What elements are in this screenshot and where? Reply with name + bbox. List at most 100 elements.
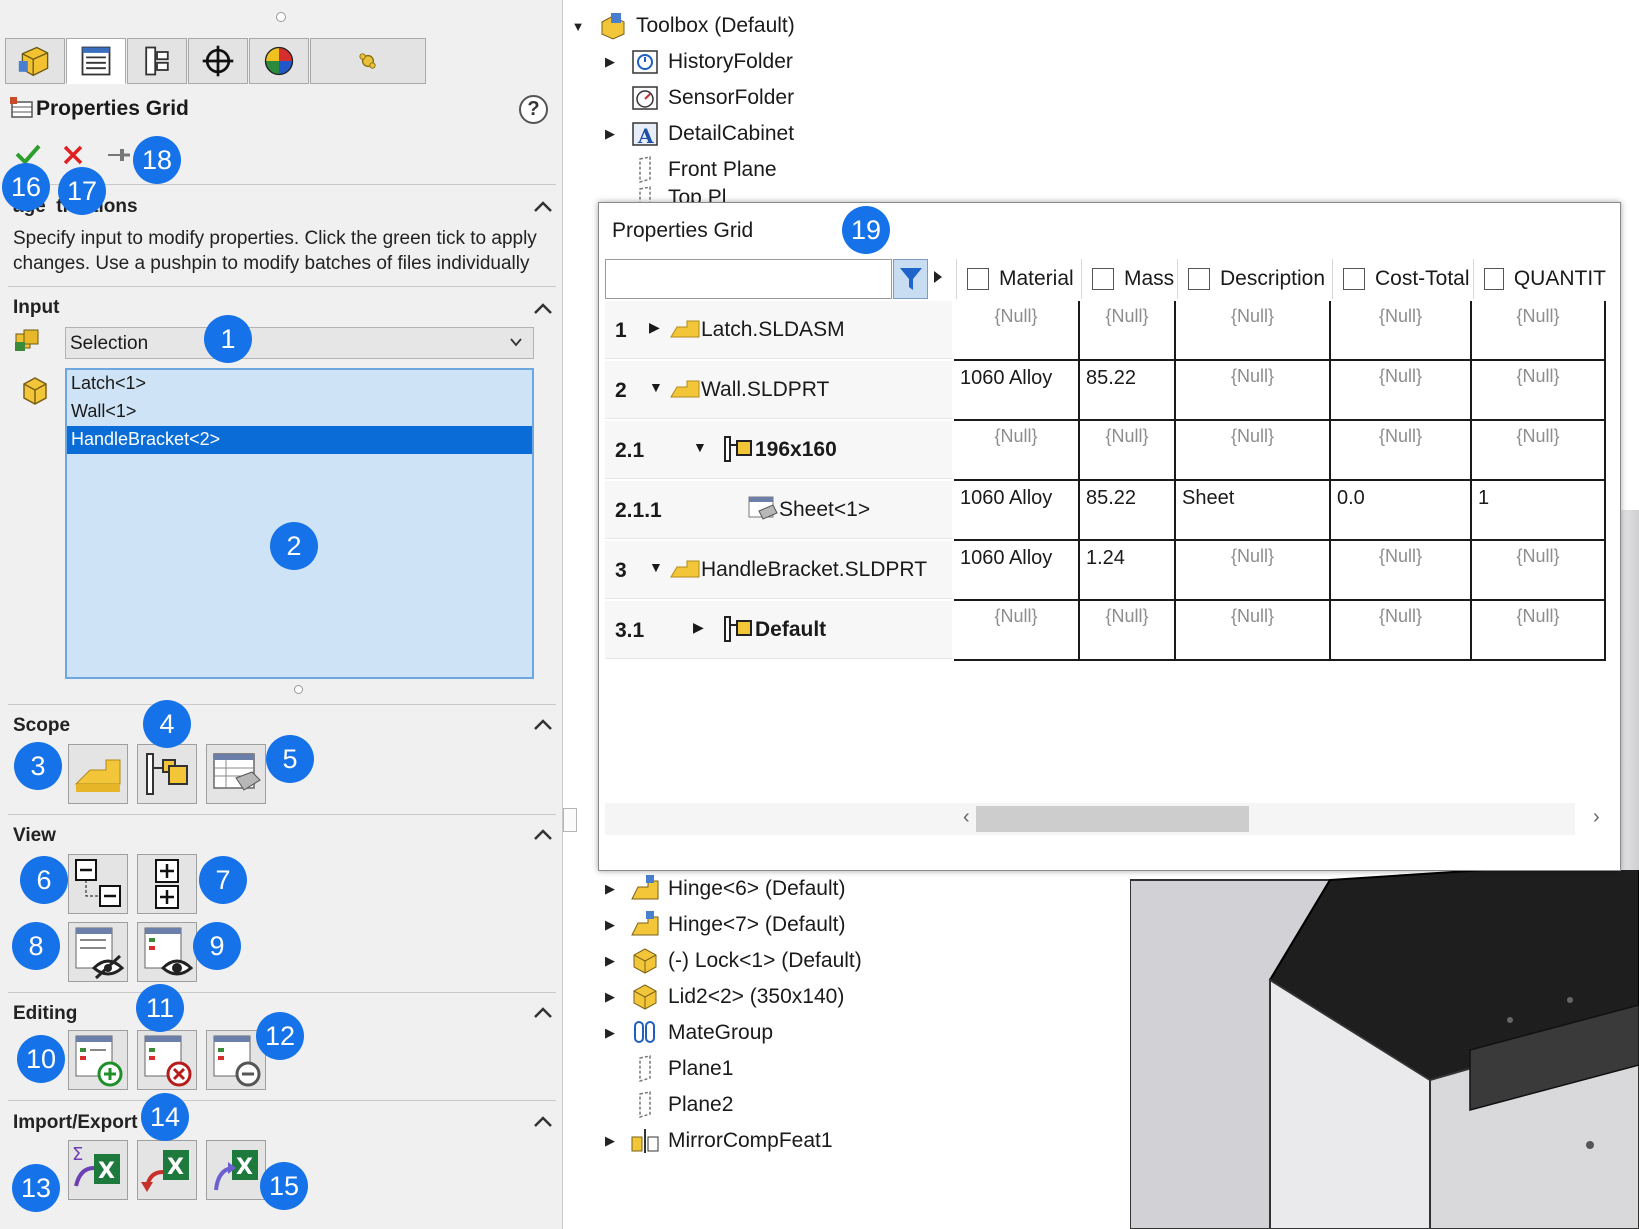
- tab-dimxpert-manager[interactable]: [188, 38, 248, 84]
- table-cell[interactable]: 1060 Alloy: [954, 481, 1080, 541]
- tree-item-sensorfolder[interactable]: SensorFolder: [602, 81, 794, 115]
- table-cell[interactable]: {Null}: [1331, 421, 1472, 481]
- tree-expander[interactable]: ▼: [570, 19, 586, 34]
- table-cell[interactable]: {Null}: [1331, 601, 1472, 661]
- tree-item-toolbox[interactable]: ▼ Toolbox (Default): [570, 9, 795, 43]
- scroll-columns-arrow-icon[interactable]: [932, 269, 944, 285]
- table-cell[interactable]: {Null}: [1331, 301, 1472, 361]
- properties-grid-window[interactable]: Properties Grid Material Mass Descriptio…: [598, 202, 1621, 871]
- table-cell[interactable]: {Null}: [1080, 301, 1176, 361]
- collapse-chevron-icon[interactable]: [532, 198, 554, 214]
- scope-components-button[interactable]: [68, 744, 128, 804]
- table-cell[interactable]: {Null}: [1472, 421, 1606, 481]
- tree-expander[interactable]: ▶: [602, 953, 618, 969]
- table-cell[interactable]: 1.24: [1080, 541, 1176, 601]
- scroll-right-icon[interactable]: ›: [1593, 806, 1600, 829]
- scrollbar-thumb[interactable]: [976, 806, 1249, 832]
- table-row[interactable]: 2.1 ▼ 196x160: [605, 421, 952, 479]
- grid-filter-input[interactable]: [605, 259, 892, 299]
- table-cell[interactable]: {Null}: [954, 601, 1080, 661]
- model-graphics-area[interactable]: [1130, 860, 1639, 1229]
- tree-item-lid2[interactable]: ▶ Lid2<2> (350x140): [602, 980, 844, 1014]
- column-checkbox[interactable]: [1343, 268, 1365, 290]
- table-cell[interactable]: 85.22: [1080, 481, 1176, 541]
- collapse-chevron-icon[interactable]: [532, 1004, 554, 1020]
- list-item[interactable]: Latch<1>: [67, 370, 532, 398]
- table-cell[interactable]: {Null}: [1472, 361, 1606, 421]
- table-cell[interactable]: {Null}: [1080, 421, 1176, 481]
- list-item[interactable]: Wall<1>: [67, 398, 532, 426]
- import-excel-button[interactable]: X: [137, 1140, 197, 1200]
- column-checkbox[interactable]: [967, 268, 989, 290]
- table-cell[interactable]: {Null}: [954, 301, 1080, 361]
- table-cell[interactable]: 1060 Alloy: [954, 361, 1080, 421]
- tree-item-top-plane[interactable]: Top Pl: [602, 186, 726, 202]
- column-header-quantity[interactable]: QUANTIT: [1473, 259, 1606, 299]
- tab-property-manager[interactable]: [66, 38, 126, 84]
- column-checkbox[interactable]: [1188, 268, 1210, 290]
- tree-item-hinge7[interactable]: ▶ Hinge<7> (Default): [602, 908, 845, 942]
- tab-addins[interactable]: [310, 38, 426, 84]
- column-checkbox[interactable]: [1092, 268, 1114, 290]
- panel-resize-dot[interactable]: [276, 12, 286, 22]
- tree-expander[interactable]: ▶: [602, 126, 618, 142]
- panel-splitter[interactable]: [563, 808, 577, 832]
- tree-item-mirrorcompfeat1[interactable]: ▶ MirrorCompFeat1: [602, 1124, 833, 1158]
- tree-expander[interactable]: ▶: [602, 917, 618, 933]
- table-cell[interactable]: {Null}: [1472, 601, 1606, 661]
- add-property-button[interactable]: [68, 1030, 128, 1090]
- export-summary-excel-button[interactable]: ΣX: [68, 1140, 128, 1200]
- help-icon[interactable]: ?: [519, 95, 548, 124]
- tab-feature-manager[interactable]: [5, 38, 65, 84]
- delete-property-button[interactable]: [137, 1030, 197, 1090]
- table-cell[interactable]: {Null}: [1176, 541, 1331, 601]
- table-cell[interactable]: 1: [1472, 481, 1606, 541]
- row-expander-icon[interactable]: ▼: [649, 379, 663, 395]
- collapse-chevron-icon[interactable]: [532, 826, 554, 842]
- column-checkbox[interactable]: [1484, 268, 1504, 290]
- tree-item-front-plane[interactable]: Front Plane: [602, 153, 777, 187]
- table-cell[interactable]: {Null}: [1176, 421, 1331, 481]
- column-header-material[interactable]: Material: [956, 259, 1081, 299]
- tree-expander[interactable]: ▶: [602, 1133, 618, 1149]
- table-cell[interactable]: 0.0: [1331, 481, 1472, 541]
- tree-item-lock1[interactable]: ▶ (-) Lock<1> (Default): [602, 944, 862, 978]
- table-row[interactable]: 3.1 ▶ Default: [605, 601, 952, 659]
- row-expander-icon[interactable]: ▶: [649, 319, 660, 336]
- row-expander-icon[interactable]: ▶: [693, 619, 704, 636]
- table-cell[interactable]: 85.22: [1080, 361, 1176, 421]
- table-cell[interactable]: {Null}: [1472, 301, 1606, 361]
- row-expander-icon[interactable]: ▼: [649, 559, 663, 575]
- export-excel-button[interactable]: X: [206, 1140, 266, 1200]
- show-properties-button[interactable]: [137, 922, 197, 982]
- tree-expander[interactable]: ▶: [602, 881, 618, 897]
- table-row[interactable]: 2 ▼ Wall.SLDPRT: [605, 361, 952, 419]
- scope-configurations-button[interactable]: [137, 744, 197, 804]
- column-header-description[interactable]: Description: [1177, 259, 1332, 299]
- tree-expander[interactable]: ▶: [602, 1025, 618, 1041]
- scroll-left-icon[interactable]: ‹: [963, 806, 970, 829]
- table-cell[interactable]: 1060 Alloy: [954, 541, 1080, 601]
- expand-all-button[interactable]: [137, 854, 197, 914]
- collapse-chevron-icon[interactable]: [532, 300, 554, 316]
- tree-item-plane1[interactable]: Plane1: [602, 1052, 733, 1086]
- hide-properties-button[interactable]: [68, 922, 128, 982]
- table-row[interactable]: 2.1.1 Sheet<1>: [605, 481, 952, 539]
- table-cell[interactable]: {Null}: [1331, 361, 1472, 421]
- list-resize-dot[interactable]: [294, 685, 303, 694]
- tree-item-hinge6[interactable]: ▶ Hinge<6> (Default): [602, 872, 845, 906]
- input-source-dropdown[interactable]: Selection: [65, 327, 534, 359]
- table-cell[interactable]: {Null}: [1472, 541, 1606, 601]
- table-row[interactable]: 3 ▼ HandleBracket.SLDPRT: [605, 541, 952, 599]
- list-item-selected[interactable]: HandleBracket<2>: [67, 426, 532, 454]
- filter-button[interactable]: [893, 259, 928, 299]
- scope-cutlist-button[interactable]: [206, 744, 266, 804]
- pushpin-icon[interactable]: [106, 145, 132, 165]
- table-cell[interactable]: {Null}: [1176, 601, 1331, 661]
- collapse-all-button[interactable]: [68, 854, 128, 914]
- table-cell[interactable]: Sheet: [1176, 481, 1331, 541]
- table-cell[interactable]: {Null}: [1331, 541, 1472, 601]
- tree-item-mategroup[interactable]: ▶ MateGroup: [602, 1016, 773, 1050]
- tree-item-detailcabinet[interactable]: ▶ A DetailCabinet: [602, 117, 794, 151]
- column-header-cost-total[interactable]: Cost-Total: [1332, 259, 1473, 299]
